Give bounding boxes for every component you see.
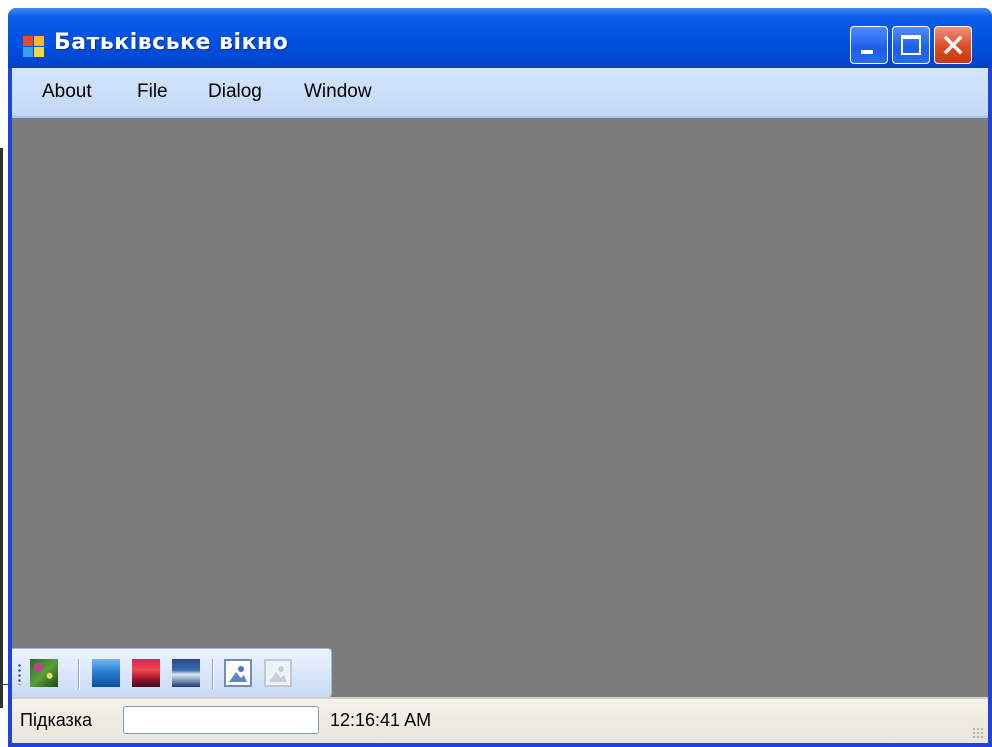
- status-hint-label: Підказка: [20, 710, 93, 730]
- app-icon[interactable]: [23, 36, 45, 58]
- blue-hills-image-icon[interactable]: [92, 659, 120, 687]
- picture-disabled-icon: [264, 659, 292, 687]
- title-bar[interactable]: Батьківське вікно: [8, 8, 992, 68]
- maximize-button[interactable]: [892, 26, 930, 64]
- menu-bar: About File Dialog Window: [12, 68, 988, 118]
- minimize-button[interactable]: [850, 26, 888, 64]
- minimize-icon: [861, 50, 873, 54]
- toolbar-separator: [78, 659, 79, 689]
- app-icon-tile: [23, 47, 33, 57]
- app-icon-tile: [23, 36, 33, 46]
- menu-about[interactable]: About: [42, 81, 92, 103]
- status-text-field[interactable]: [123, 706, 319, 734]
- toolbar-grip[interactable]: [18, 663, 21, 685]
- picture-disabled-glyph: [269, 666, 287, 682]
- parent-window: Батьківське вікно About File Dialog Wind…: [8, 8, 992, 747]
- app-icon-tile: [34, 36, 44, 46]
- status-clock: 12:16:41 AM: [330, 710, 432, 730]
- picture-glyph: [229, 666, 247, 682]
- menu-dialog[interactable]: Dialog: [208, 81, 262, 103]
- winter-image-icon[interactable]: [172, 659, 200, 687]
- flowers-image-icon[interactable]: [30, 659, 58, 687]
- menu-file[interactable]: File: [137, 81, 168, 103]
- close-icon: [943, 35, 963, 55]
- sunset-image-icon[interactable]: [132, 659, 160, 687]
- mdi-client-area[interactable]: About File Dialog Window Підказка 12:16:…: [12, 68, 988, 743]
- toolbar: [12, 648, 332, 698]
- app-icon-tile: [34, 47, 44, 57]
- close-button[interactable]: [934, 26, 972, 64]
- picture-icon[interactable]: [224, 659, 252, 687]
- background-edge-line: [0, 148, 3, 708]
- menu-window[interactable]: Window: [304, 81, 372, 103]
- status-bar: Підказка 12:16:41 AM: [12, 697, 988, 743]
- resize-grip[interactable]: [972, 727, 984, 739]
- toolbar-separator: [212, 659, 213, 689]
- maximize-icon: [901, 35, 921, 55]
- window-title: Батьківське вікно: [54, 30, 289, 55]
